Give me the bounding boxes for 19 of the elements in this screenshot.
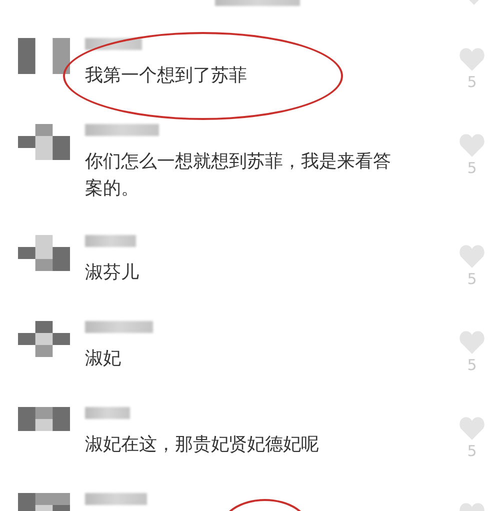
- blurred-name: [85, 493, 147, 505]
- like-icon[interactable]: [459, 331, 485, 354]
- like-icon[interactable]: [459, 417, 485, 440]
- comment-text: 淑妃在这，那贵妃贤妃德妃呢: [85, 433, 320, 457]
- blurred-name: [85, 407, 130, 419]
- like-icon[interactable]: [459, 245, 485, 268]
- avatar-icon: [18, 235, 70, 271]
- blurred-name: [85, 235, 136, 247]
- avatar-icon: [18, 124, 70, 160]
- blurred-name: [85, 38, 142, 50]
- like-icon[interactable]: [459, 48, 485, 71]
- comment-text: 淑妃: [85, 347, 122, 371]
- blurred-name: [85, 321, 153, 333]
- comment-text: 你们怎么一想就想到苏菲，我是来看答案的。: [85, 150, 392, 201]
- like-icon[interactable]: [459, 134, 485, 157]
- comment-text: 我第一个想到了苏菲: [85, 64, 248, 88]
- comment-text: 淑芬儿: [85, 261, 140, 285]
- avatar-icon: [18, 38, 70, 74]
- avatar-icon: [18, 321, 70, 357]
